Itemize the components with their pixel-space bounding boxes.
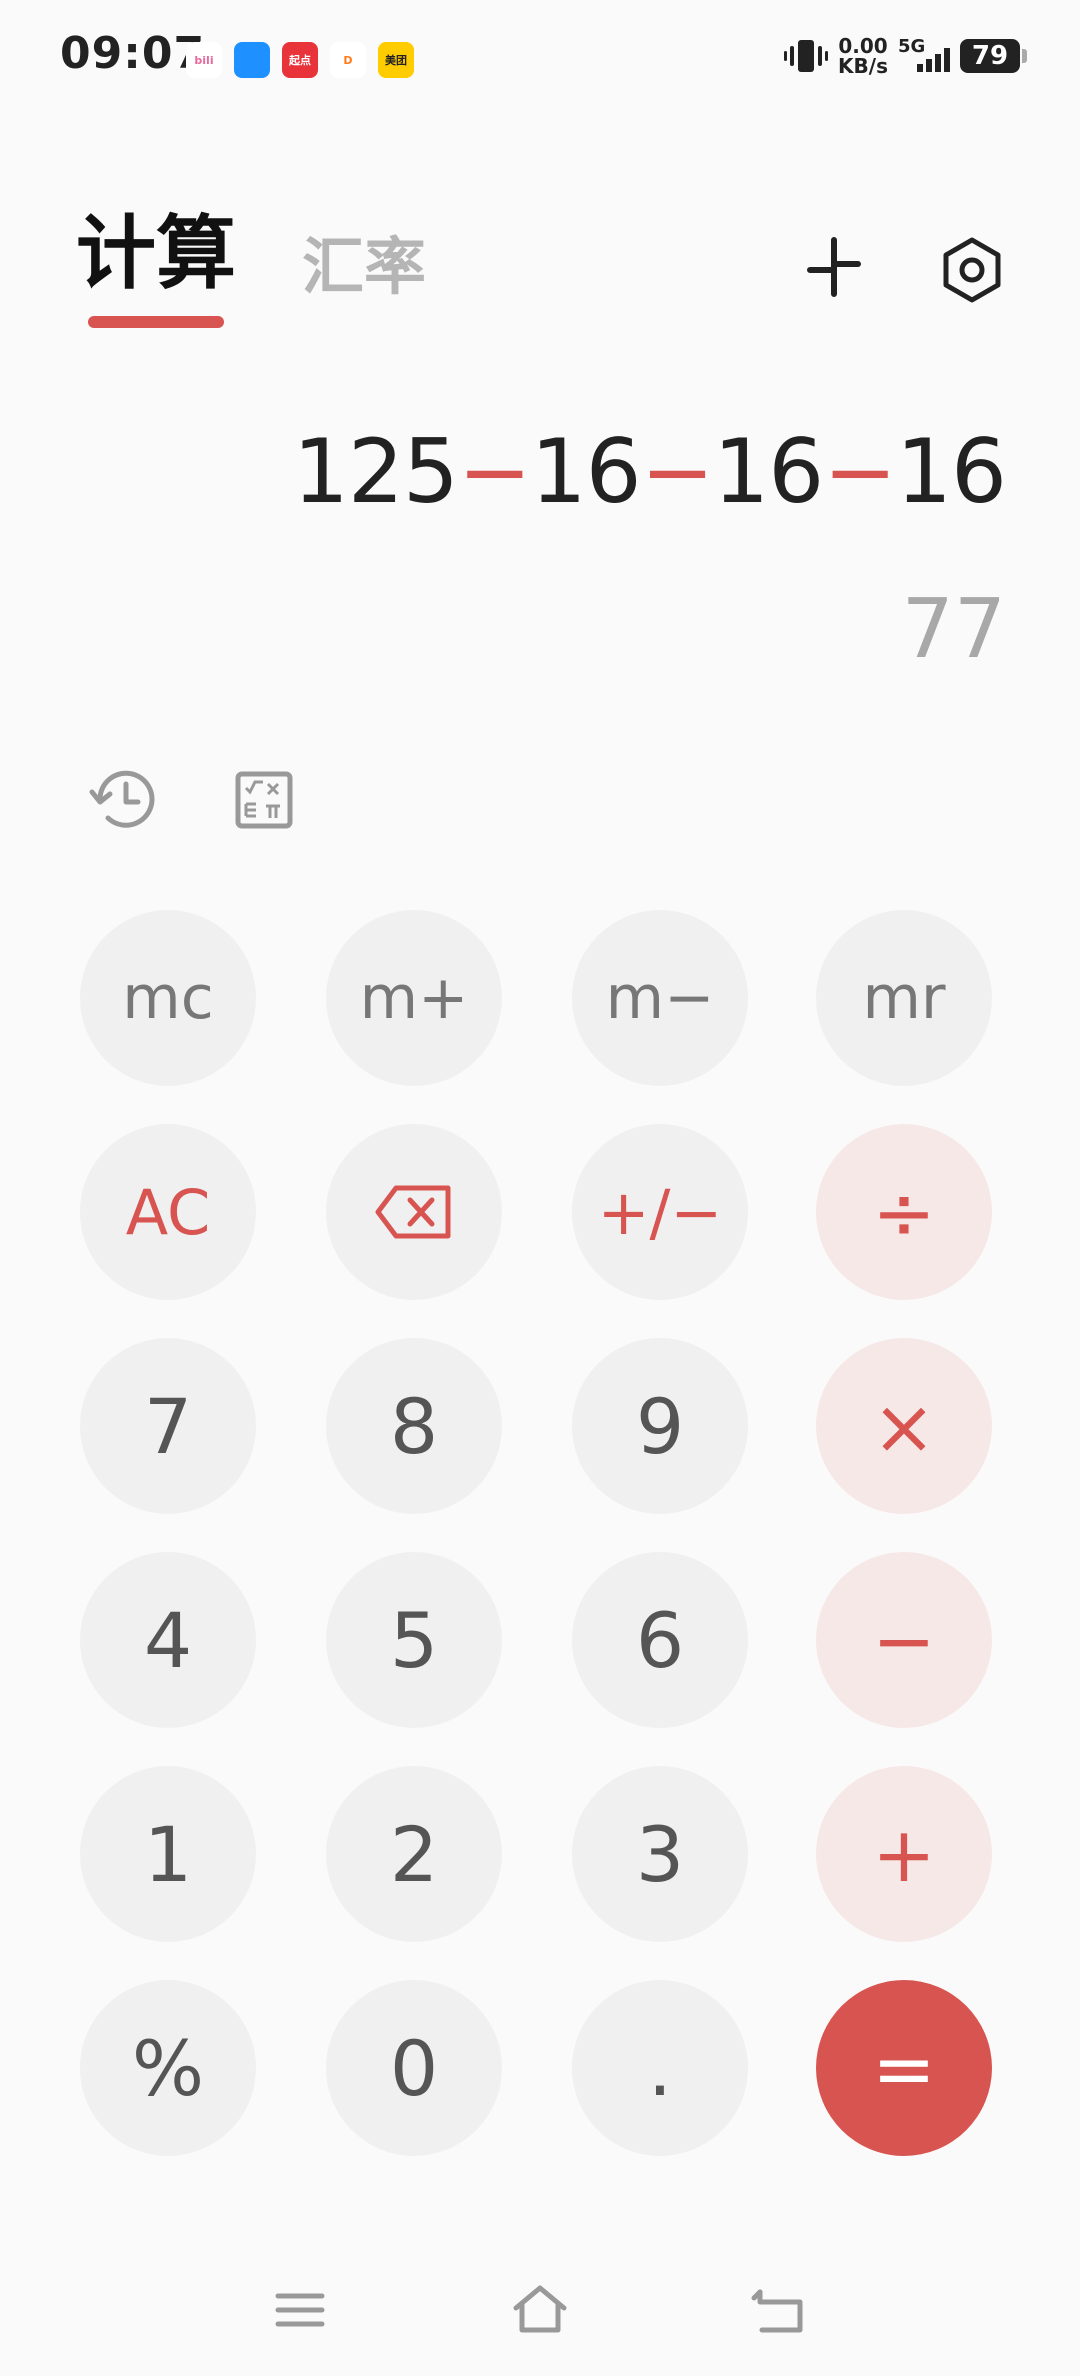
expression-number: 16 <box>530 420 642 523</box>
back-icon <box>751 2289 803 2333</box>
digit-6-button[interactable]: 6 <box>572 1552 748 1728</box>
m-minus-label: m− <box>605 963 715 1033</box>
digit-0-button[interactable]: 0 <box>326 1980 502 2156</box>
mr-button[interactable]: mr <box>816 910 992 1086</box>
scientific-mode-button[interactable] <box>226 762 302 838</box>
m-minus-button[interactable]: m− <box>572 910 748 1086</box>
signal-icon: 5G <box>898 36 950 76</box>
percent-button[interactable]: % <box>80 1980 256 2156</box>
expression-number: 125 <box>292 420 459 523</box>
settings-button[interactable] <box>934 232 1010 308</box>
history-button[interactable] <box>86 762 162 838</box>
divide-button[interactable]: ÷ <box>816 1124 992 1300</box>
digit-2-label: 2 <box>389 1809 439 1899</box>
minus-button[interactable]: − <box>816 1552 992 1728</box>
net-speed-unit: KB/s <box>838 54 888 78</box>
digit-9-label: 9 <box>635 1381 685 1471</box>
digit-1-button[interactable]: 1 <box>80 1766 256 1942</box>
plus-label: + <box>872 1809 936 1899</box>
net-speed: 0.00 KB/s <box>838 36 888 76</box>
nav-back-button[interactable] <box>750 2280 810 2340</box>
history-icon <box>89 770 155 828</box>
mc-label: mc <box>122 963 214 1033</box>
result-display: 77 <box>901 582 1006 677</box>
meituan-app-icon: 美团 <box>378 42 414 78</box>
menu-icon <box>275 2293 325 2327</box>
nav-home-button[interactable] <box>510 2280 570 2340</box>
digit-5-label: 5 <box>389 1595 439 1685</box>
battery-level: 79 <box>971 41 1009 71</box>
m-plus-label: m+ <box>359 963 469 1033</box>
digit-7-button[interactable]: 7 <box>80 1338 256 1514</box>
digit-4-label: 4 <box>143 1595 193 1685</box>
all-clear-button[interactable]: AC <box>80 1124 256 1300</box>
net-speed-value: 0.00 <box>838 34 888 58</box>
mr-label: mr <box>862 963 946 1033</box>
percent-label: % <box>131 2023 205 2113</box>
digit-1-label: 1 <box>143 1809 193 1899</box>
battery-icon: 79 <box>960 39 1027 73</box>
m-plus-button[interactable]: m+ <box>326 910 502 1086</box>
mc-button[interactable]: mc <box>80 910 256 1086</box>
expression-operator: − <box>640 420 715 523</box>
settings-icon <box>943 237 1001 303</box>
decimal-point-label: . <box>647 2023 673 2113</box>
digit-5-button[interactable]: 5 <box>326 1552 502 1728</box>
home-icon <box>513 2285 567 2333</box>
tab-active-indicator <box>88 316 224 328</box>
equals-label: = <box>872 2023 936 2113</box>
plus-minus-label: +/− <box>597 1175 723 1249</box>
qidian-app-icon: 起点 <box>282 42 318 78</box>
status-bar: 09:07 bili 起点 D 美团 0.00 KB/s 5G 79 <box>0 0 1080 120</box>
digit-0-label: 0 <box>389 2023 439 2113</box>
digit-6-label: 6 <box>635 1595 685 1685</box>
digit-3-button[interactable]: 3 <box>572 1766 748 1942</box>
equals-button[interactable]: = <box>816 1980 992 2156</box>
divide-label: ÷ <box>872 1167 936 1257</box>
status-time: 09:07 <box>60 28 206 79</box>
expression-display: 125−16−16−16 <box>292 420 1007 523</box>
status-indicators: 0.00 KB/s 5G 79 <box>784 36 1027 76</box>
scientific-function-icon <box>235 771 293 829</box>
digit-8-label: 8 <box>389 1381 439 1471</box>
backspace-button[interactable] <box>326 1124 502 1300</box>
plus-minus-button[interactable]: +/− <box>572 1124 748 1300</box>
bilibili-app-icon: bili <box>186 42 222 78</box>
digit-4-button[interactable]: 4 <box>80 1552 256 1728</box>
expression-number: 16 <box>896 420 1007 523</box>
floating-window-button[interactable] <box>796 232 872 308</box>
digit-9-button[interactable]: 9 <box>572 1338 748 1514</box>
plus-button[interactable]: + <box>816 1766 992 1942</box>
digit-8-button[interactable]: 8 <box>326 1338 502 1514</box>
expression-operator: − <box>457 420 532 523</box>
float-window-icon <box>807 237 861 297</box>
didi-app-icon: D <box>330 42 366 78</box>
decimal-point-button[interactable]: . <box>572 1980 748 2156</box>
all-clear-label: AC <box>125 1175 211 1249</box>
tab-calculator[interactable]: 计算 <box>76 214 236 294</box>
digit-2-button[interactable]: 2 <box>326 1766 502 1942</box>
minus-label: − <box>872 1595 936 1685</box>
digit-3-label: 3 <box>635 1809 685 1899</box>
expression-number: 16 <box>713 420 824 523</box>
notification-icons: bili 起点 D 美团 <box>186 42 414 78</box>
nav-menu-button[interactable] <box>270 2280 330 2340</box>
cloud-app-icon <box>234 42 270 78</box>
backspace-icon <box>375 1185 451 1239</box>
vibrate-icon <box>784 36 829 76</box>
expression-operator: − <box>823 420 897 523</box>
tab-exchange-rate[interactable]: 汇率 <box>302 236 426 298</box>
multiply-label: × <box>872 1381 936 1471</box>
multiply-button[interactable]: × <box>816 1338 992 1514</box>
digit-7-label: 7 <box>143 1381 193 1471</box>
